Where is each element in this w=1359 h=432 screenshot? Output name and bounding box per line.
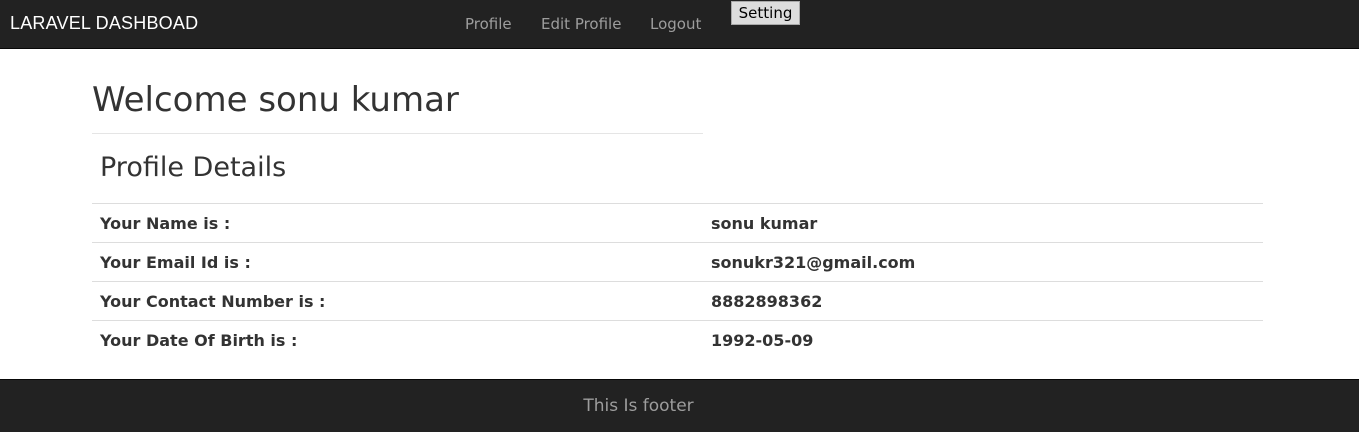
section-title: Profile Details (100, 152, 287, 183)
row-value: sonukr321@gmail.com (703, 242, 1263, 282)
nav-link-profile[interactable]: Profile (465, 15, 512, 33)
page-footer: This Is footer (0, 379, 1359, 432)
table-row: Your Contact Number is : 8882898362 (92, 281, 1263, 321)
profile-details-table: Your Name is : sonu kumar Your Email Id … (92, 203, 1263, 360)
row-value: 1992-05-09 (703, 320, 1263, 360)
table-row: Your Email Id is : sonukr321@gmail.com (92, 242, 1263, 282)
top-navbar: LARAVEL DASHBOAD Profile Edit Profile Lo… (0, 0, 1359, 49)
row-label: Your Contact Number is : (92, 281, 703, 321)
row-label: Your Date Of Birth is : (92, 320, 703, 360)
row-label: Your Email Id is : (92, 242, 703, 282)
brand-link[interactable]: LARAVEL DASHBOAD (10, 13, 198, 34)
table-row: Your Name is : sonu kumar (92, 203, 1263, 243)
row-value: sonu kumar (703, 203, 1263, 243)
nav-link-logout[interactable]: Logout (650, 15, 701, 33)
footer-text: This Is footer (583, 396, 694, 416)
nav-link-edit-profile[interactable]: Edit Profile (541, 15, 621, 33)
page-title: Welcome sonu kumar (92, 80, 459, 120)
table-row: Your Date Of Birth is : 1992-05-09 (92, 320, 1263, 360)
row-value: 8882898362 (703, 281, 1263, 321)
title-divider (92, 133, 703, 134)
setting-button[interactable]: Setting (731, 1, 800, 25)
row-label: Your Name is : (92, 203, 703, 243)
